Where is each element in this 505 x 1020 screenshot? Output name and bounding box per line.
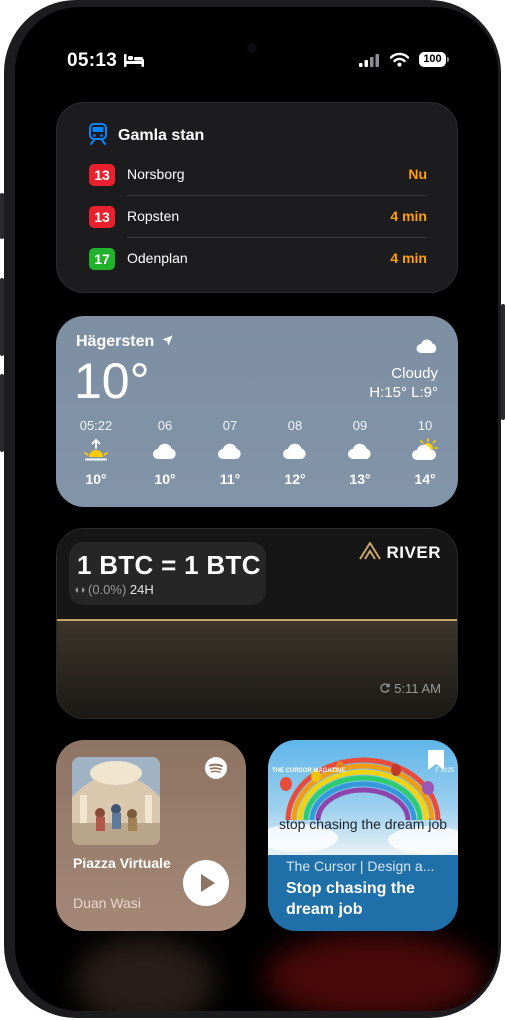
departure-destination: Ropsten [127, 208, 180, 224]
status-bar: 05:13 100 [15, 41, 498, 77]
line-badge: 13 [89, 164, 115, 186]
forecast-hour: 06 [157, 418, 173, 433]
cloud-icon [335, 437, 385, 465]
forecast-temp: 14° [414, 471, 436, 487]
forecast-hour: 05:22 [79, 418, 113, 433]
departure-destination: Norsborg [127, 166, 185, 182]
river-brand: RIVER [386, 543, 441, 562]
play-button[interactable] [183, 860, 229, 906]
bed-icon [124, 54, 144, 67]
cloud-icon [270, 437, 320, 465]
weather-location: Hägersten [76, 333, 173, 351]
cloud-icon [140, 437, 190, 465]
station-name: Gamla stan [118, 127, 205, 144]
price-chart [57, 619, 457, 718]
volume-up-button [0, 278, 4, 356]
forecast-hour: 10 [417, 418, 433, 433]
phone-frame: 05:13 100 Gamla stan 13 Norsborg Nu 13 R… [0, 0, 505, 1018]
location-arrow-icon [162, 335, 173, 346]
hourly-forecast: 08 12° [270, 418, 320, 487]
departure-destination: Odenplan [127, 250, 188, 266]
side-button [501, 304, 505, 420]
forecast-temp: 13° [349, 471, 371, 487]
departure-row[interactable]: 13 Norsborg Nu [89, 154, 427, 196]
btc-price: 1 BTC = 1 BTC [77, 550, 261, 580]
refresh-icon [380, 683, 390, 693]
cloud-icon [205, 437, 255, 465]
train-icon [89, 123, 107, 145]
hourly-forecast: 06 10° [140, 418, 190, 487]
weather-widget[interactable]: Hägersten 10° Cloudy H:15° L:9° 05:22 10… [56, 316, 458, 507]
forecast-temp: 10° [154, 471, 176, 487]
issue-label: F 2025 [435, 768, 454, 774]
river-logo: RIVER [358, 541, 441, 563]
track-title: Piazza Virtuale [73, 855, 171, 871]
episode-title: Stop chasing the dream job [286, 880, 415, 918]
forecast-temp: 10° [85, 471, 107, 487]
battery-level: 100 [423, 53, 442, 65]
artwork-headline: stop chasing the dream job [278, 816, 448, 832]
sunrise-icon [71, 437, 121, 465]
departure-eta: 4 min [390, 208, 427, 224]
weather-condition: Cloudy [391, 365, 438, 382]
hourly-forecast: 09 13° [335, 418, 385, 487]
wifi-icon [390, 52, 409, 67]
home-screen: 05:13 100 Gamla stan 13 Norsborg Nu 13 R… [15, 7, 498, 1011]
hourly-forecast: 05:22 10° [71, 418, 121, 487]
transit-widget[interactable]: Gamla stan 13 Norsborg Nu 13 Ropsten 4 m… [56, 102, 458, 293]
front-camera [247, 43, 257, 53]
play-icon [201, 874, 215, 892]
change-percent: (0.0%) [88, 582, 127, 597]
hourly-forecast: 10 14° [400, 418, 450, 487]
wallpaper-blob [75, 937, 215, 1011]
battery-cap [447, 57, 449, 62]
line-badge: 13 [89, 206, 115, 228]
departure-eta: Nu [408, 166, 427, 182]
spotify-widget[interactable]: Piazza Virtuale Duan Wasi [56, 740, 246, 931]
departure-row[interactable]: 17 Odenplan 4 min [89, 238, 427, 280]
track-artist: Duan Wasi [73, 895, 141, 911]
river-mountain-icon [358, 541, 381, 560]
podcast-widget[interactable]: THE CURSOR MAGAZINE F 2025 stop chasing … [268, 740, 458, 931]
spotify-icon [205, 757, 227, 779]
hourly-forecast: 07 11° [205, 418, 255, 487]
forecast-hour: 08 [287, 418, 303, 433]
battery-icon: 100 [419, 52, 446, 67]
action-button [0, 193, 4, 239]
volume-down-button [0, 374, 4, 452]
change-period: 24H [129, 582, 154, 597]
rainbow-illustration [268, 750, 458, 854]
updated-time: 5:11 AM [394, 681, 441, 696]
neutral-change-icon [75, 587, 85, 593]
river-bitcoin-widget[interactable]: 1 BTC = 1 BTC (0.0%) 24H RIVER 5:11 AM [56, 528, 458, 719]
clock: 05:13 [67, 50, 118, 71]
cloud-icon [416, 339, 437, 353]
high-low: H:15° L:9° [369, 384, 438, 401]
wallpaper-blob [265, 932, 485, 1011]
forecast-hour: 07 [222, 418, 238, 433]
podcast-artwork[interactable]: THE CURSOR MAGAZINE F 2025 stop chasing … [268, 740, 458, 855]
album-art[interactable] [72, 757, 160, 845]
price-change: (0.0%) 24H [75, 582, 154, 597]
line-badge: 17 [89, 248, 115, 270]
cellular-signal-icon [359, 54, 379, 67]
podcast-show: The Cursor | Design a... [286, 858, 435, 874]
forecast-temp: 12° [284, 471, 306, 487]
forecast-temp: 11° [219, 471, 241, 487]
current-temperature: 10° [74, 353, 150, 409]
forecast-hour: 09 [352, 418, 368, 433]
location-label: Hägersten [76, 333, 155, 350]
price-card: 1 BTC = 1 BTC (0.0%) 24H [69, 542, 266, 605]
magazine-label: THE CURSOR MAGAZINE [272, 768, 346, 774]
departure-row[interactable]: 13 Ropsten 4 min [89, 196, 427, 238]
last-updated: 5:11 AM [380, 681, 441, 696]
departure-eta: 4 min [390, 250, 427, 266]
partly-sunny-icon [400, 437, 450, 465]
